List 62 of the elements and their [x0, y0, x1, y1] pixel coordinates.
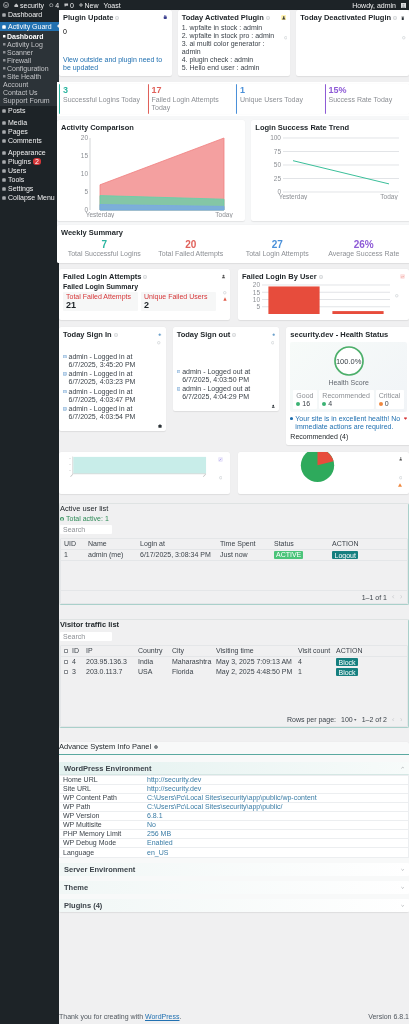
menu-icon — [2, 12, 6, 17]
stat-value: 15% — [328, 86, 348, 96]
alert-icon — [223, 296, 227, 301]
chart-bar — [268, 286, 320, 315]
checkbox-icon — [63, 389, 67, 394]
info-icon — [115, 15, 120, 20]
info-icon — [113, 332, 118, 337]
page-icon — [3, 43, 6, 46]
checkbox-icon — [63, 372, 67, 376]
summary-value: 27 — [270, 239, 284, 250]
user-badge-icon — [280, 14, 287, 21]
info-icon — [265, 15, 270, 20]
plus-icon — [78, 3, 83, 7]
checkbox-icon — [176, 369, 181, 374]
avatar-icon — [401, 2, 406, 8]
page-icon — [3, 67, 6, 70]
comment-icon — [64, 2, 69, 8]
page-icon — [3, 59, 6, 62]
menu-icon — [2, 108, 6, 113]
edit-badge-icon — [218, 457, 223, 463]
summary-value: 7 — [100, 239, 109, 250]
chart-bar — [332, 311, 384, 315]
user-icon — [398, 457, 402, 461]
row-checkbox[interactable] — [64, 649, 68, 654]
users-icon — [60, 516, 64, 521]
caret-icon — [354, 718, 357, 721]
shield-icon — [290, 416, 294, 420]
checkbox-icon — [63, 407, 67, 411]
info-icon — [232, 332, 237, 337]
refresh-icon — [49, 2, 54, 8]
checkbox-icon — [176, 387, 181, 391]
page-icon — [3, 75, 6, 78]
stat-value: 17 — [151, 86, 163, 96]
row-checkbox[interactable] — [64, 670, 68, 675]
trash-icon — [401, 15, 405, 20]
stat-value: 3 — [63, 86, 69, 96]
page-icon — [3, 35, 6, 38]
stat-value: 1 — [240, 86, 246, 96]
row-checkbox[interactable] — [64, 660, 68, 665]
plus-icon — [271, 332, 276, 337]
page-icon — [3, 51, 6, 54]
plus-icon — [158, 332, 162, 337]
info-icon — [318, 274, 323, 279]
summary-value: 21 — [66, 300, 77, 311]
user-icon — [270, 403, 276, 409]
score-ring-icon — [332, 345, 365, 378]
heart-icon — [404, 416, 407, 420]
summary-value: 2 — [144, 300, 149, 311]
home-icon — [14, 2, 19, 8]
info-icon — [143, 274, 148, 279]
checkbox-icon — [63, 354, 67, 359]
info-icon — [393, 15, 398, 20]
chevron-up-icon — [400, 766, 404, 770]
menu-icon — [2, 24, 6, 29]
summary-value: 26% — [352, 239, 375, 250]
user-icon — [221, 274, 226, 280]
login-icon — [157, 424, 162, 429]
chart-badge-icon — [400, 274, 405, 280]
plugin-icon — [163, 15, 168, 20]
warning-icon — [398, 483, 402, 488]
wordpress-logo-icon — [3, 2, 9, 8]
summary-value: 20 — [184, 239, 198, 250]
